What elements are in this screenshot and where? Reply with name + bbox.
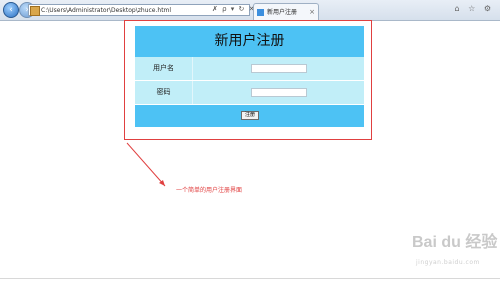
annotation-caption: 一个简单的用户注册界面 [176, 187, 243, 194]
watermark-logo: Bai du 经验 [412, 234, 498, 251]
watermark-url: jingyan.baidu.com [416, 259, 480, 266]
baidu-jingyan-watermark: Bai du 经验 jingyan.baidu.com [412, 228, 497, 274]
bottom-divider [0, 278, 500, 279]
